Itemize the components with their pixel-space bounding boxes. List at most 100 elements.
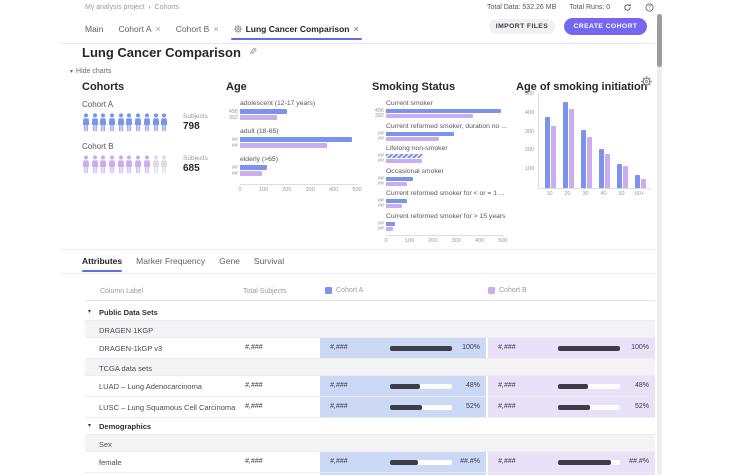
subjects-label: Subjects bbox=[183, 155, 208, 162]
refresh-icon[interactable] bbox=[623, 3, 632, 12]
subjects-label: Subjects bbox=[183, 113, 208, 120]
table-row-data: LUSC – Lung Squamous Cell Carcinoma#,###… bbox=[85, 397, 655, 418]
table-row-subgroup: TCGA data sets bbox=[85, 359, 655, 376]
person-icon bbox=[125, 112, 133, 133]
bar-row: ## bbox=[372, 132, 514, 136]
tab-cohort-a[interactable]: Cohort A× bbox=[118, 24, 160, 40]
x-tick-label: 10 bbox=[546, 191, 552, 197]
bar-cohort-a bbox=[545, 117, 550, 188]
close-icon[interactable]: × bbox=[156, 25, 161, 34]
bar-cohort-b bbox=[386, 227, 393, 231]
create-cohort-button[interactable]: CREATE COHORT bbox=[564, 18, 647, 35]
bar-group: Occasional smoker#### bbox=[372, 168, 514, 186]
collapse-triangle-icon: ▾ bbox=[70, 69, 73, 75]
bar-cohort-b bbox=[551, 126, 556, 188]
cohort-block: Cohort B Subjects685 bbox=[82, 142, 222, 175]
person-icon bbox=[152, 154, 160, 175]
initiation-chart-title: Age of smoking initiation bbox=[516, 81, 656, 93]
breadcrumb-project[interactable]: My analysis project bbox=[85, 4, 145, 11]
bar-group-label: adult (18-65) bbox=[240, 128, 364, 135]
cohort-blocks: Cohort ASubjects798Cohort BSubjects685 bbox=[82, 100, 222, 175]
tab-survival[interactable]: Survival bbox=[254, 256, 284, 272]
cell-value: #,### bbox=[498, 344, 516, 351]
scrollbar-track[interactable] bbox=[657, 14, 662, 475]
x-tick-label: 200 bbox=[282, 187, 291, 193]
cohort-a-cell: #,###100% bbox=[320, 338, 486, 358]
tab-attributes[interactable]: Attributes bbox=[82, 256, 122, 272]
breadcrumb-chevron-icon: › bbox=[149, 5, 151, 11]
cohorts-heading: Cohorts bbox=[82, 81, 222, 93]
table-row-data: DRAGEN-1kGP v3#,####,###100%#,###100% bbox=[85, 338, 655, 359]
smoking-initiation-chart: Age of smoking initiation 10020030040050… bbox=[516, 81, 656, 203]
bar-row: ## bbox=[226, 165, 364, 170]
cell-value: #,### bbox=[330, 382, 348, 389]
bar-row: ## bbox=[226, 137, 364, 142]
bar-cohort-a bbox=[635, 175, 640, 188]
chart-settings-gear-icon[interactable] bbox=[641, 74, 652, 92]
tab-cohort-b[interactable]: Cohort B× bbox=[176, 24, 219, 40]
bar-row: ## bbox=[372, 177, 514, 181]
hide-charts-toggle[interactable]: ▾ Hide charts bbox=[70, 68, 111, 75]
x-tick-label: 400 bbox=[329, 187, 338, 193]
bar-cohort-a bbox=[386, 109, 501, 113]
bar-group-label: Current reformed smoker for < or = 1 ... bbox=[386, 190, 514, 197]
x-tick-label: 200 bbox=[428, 238, 437, 244]
hide-charts-label: Hide charts bbox=[76, 68, 111, 75]
table-row-group[interactable]: ▾ Demographics bbox=[85, 418, 655, 435]
table-row-group[interactable]: ▾Public Data Sets bbox=[85, 304, 655, 321]
bar-cohort-a bbox=[617, 164, 622, 188]
person-icon bbox=[160, 154, 168, 175]
app-window: My analysis project › Cohorts Total Data… bbox=[0, 0, 736, 475]
collapse-triangle-icon[interactable]: ▾ bbox=[88, 422, 91, 429]
percent-label: 48% bbox=[440, 382, 480, 389]
import-files-button[interactable]: IMPORT FILES bbox=[489, 19, 555, 34]
tab-gene[interactable]: Gene bbox=[219, 256, 240, 272]
tab-lung-cancer-comparison[interactable]: Lung Cancer Comparison× bbox=[234, 24, 359, 40]
bar-value-label: 456 bbox=[226, 110, 238, 114]
cohort-a-legend: Cohort A bbox=[325, 287, 363, 294]
cohorts-panel: Cohorts Cohort ASubjects798Cohort BSubje… bbox=[82, 81, 222, 184]
svg-text:?: ? bbox=[648, 5, 651, 11]
bar-cohort-a bbox=[240, 109, 287, 114]
bar-cohort-b bbox=[386, 204, 402, 208]
cell-value: #,### bbox=[330, 403, 348, 410]
bar-row: ## bbox=[372, 154, 514, 158]
bar-value-label: ## bbox=[226, 166, 238, 170]
bar-row: ## bbox=[372, 222, 514, 226]
tab-main[interactable]: Main bbox=[85, 24, 103, 40]
age-chart-title: Age bbox=[226, 81, 364, 93]
person-icon bbox=[143, 112, 151, 133]
y-tick-label: 400 bbox=[516, 110, 534, 116]
bar-row: 392 bbox=[226, 115, 364, 120]
breadcrumb-section[interactable]: Cohorts bbox=[155, 4, 180, 11]
gear-icon bbox=[234, 25, 242, 33]
tab-label: Cohort B bbox=[176, 24, 210, 34]
age-chart-bars: adolescent (12-17 years)456392 adult (18-… bbox=[226, 100, 364, 195]
percent-bar-fill bbox=[390, 384, 420, 389]
bar-value-label: ## bbox=[372, 137, 384, 141]
collapse-triangle-icon[interactable]: ▾ bbox=[88, 308, 91, 315]
bar-value-label: ## bbox=[226, 172, 238, 176]
x-tick-label: 50 bbox=[618, 191, 624, 197]
cohort-name: Cohort B bbox=[82, 142, 222, 151]
help-icon[interactable]: ? bbox=[645, 3, 654, 12]
scrollbar-thumb[interactable] bbox=[657, 14, 662, 67]
tab-marker-frequency[interactable]: Marker Frequency bbox=[136, 256, 205, 272]
edit-pencil-icon[interactable]: ✎ bbox=[249, 47, 257, 58]
cohort-b-cell: #,###100% bbox=[488, 338, 655, 358]
percent-bar-fill bbox=[558, 405, 590, 410]
x-tick-label: 0 bbox=[384, 238, 387, 244]
bar-group-label: elderly (>65) bbox=[240, 156, 364, 163]
bar-value-label: ## bbox=[372, 227, 384, 231]
group-label: Demographics bbox=[99, 422, 151, 431]
bar-cohort-b bbox=[386, 137, 439, 141]
bar-cohort-a bbox=[386, 132, 454, 136]
close-icon[interactable]: × bbox=[213, 25, 218, 34]
close-icon[interactable]: × bbox=[354, 25, 359, 34]
bar-row: ## bbox=[372, 137, 514, 141]
bar-row: ## bbox=[372, 204, 514, 208]
person-icon bbox=[125, 154, 133, 175]
person-icon bbox=[134, 112, 142, 133]
subjects-count: Subjects685 bbox=[183, 155, 208, 174]
bar-group: adolescent (12-17 years)456392 bbox=[226, 100, 364, 120]
